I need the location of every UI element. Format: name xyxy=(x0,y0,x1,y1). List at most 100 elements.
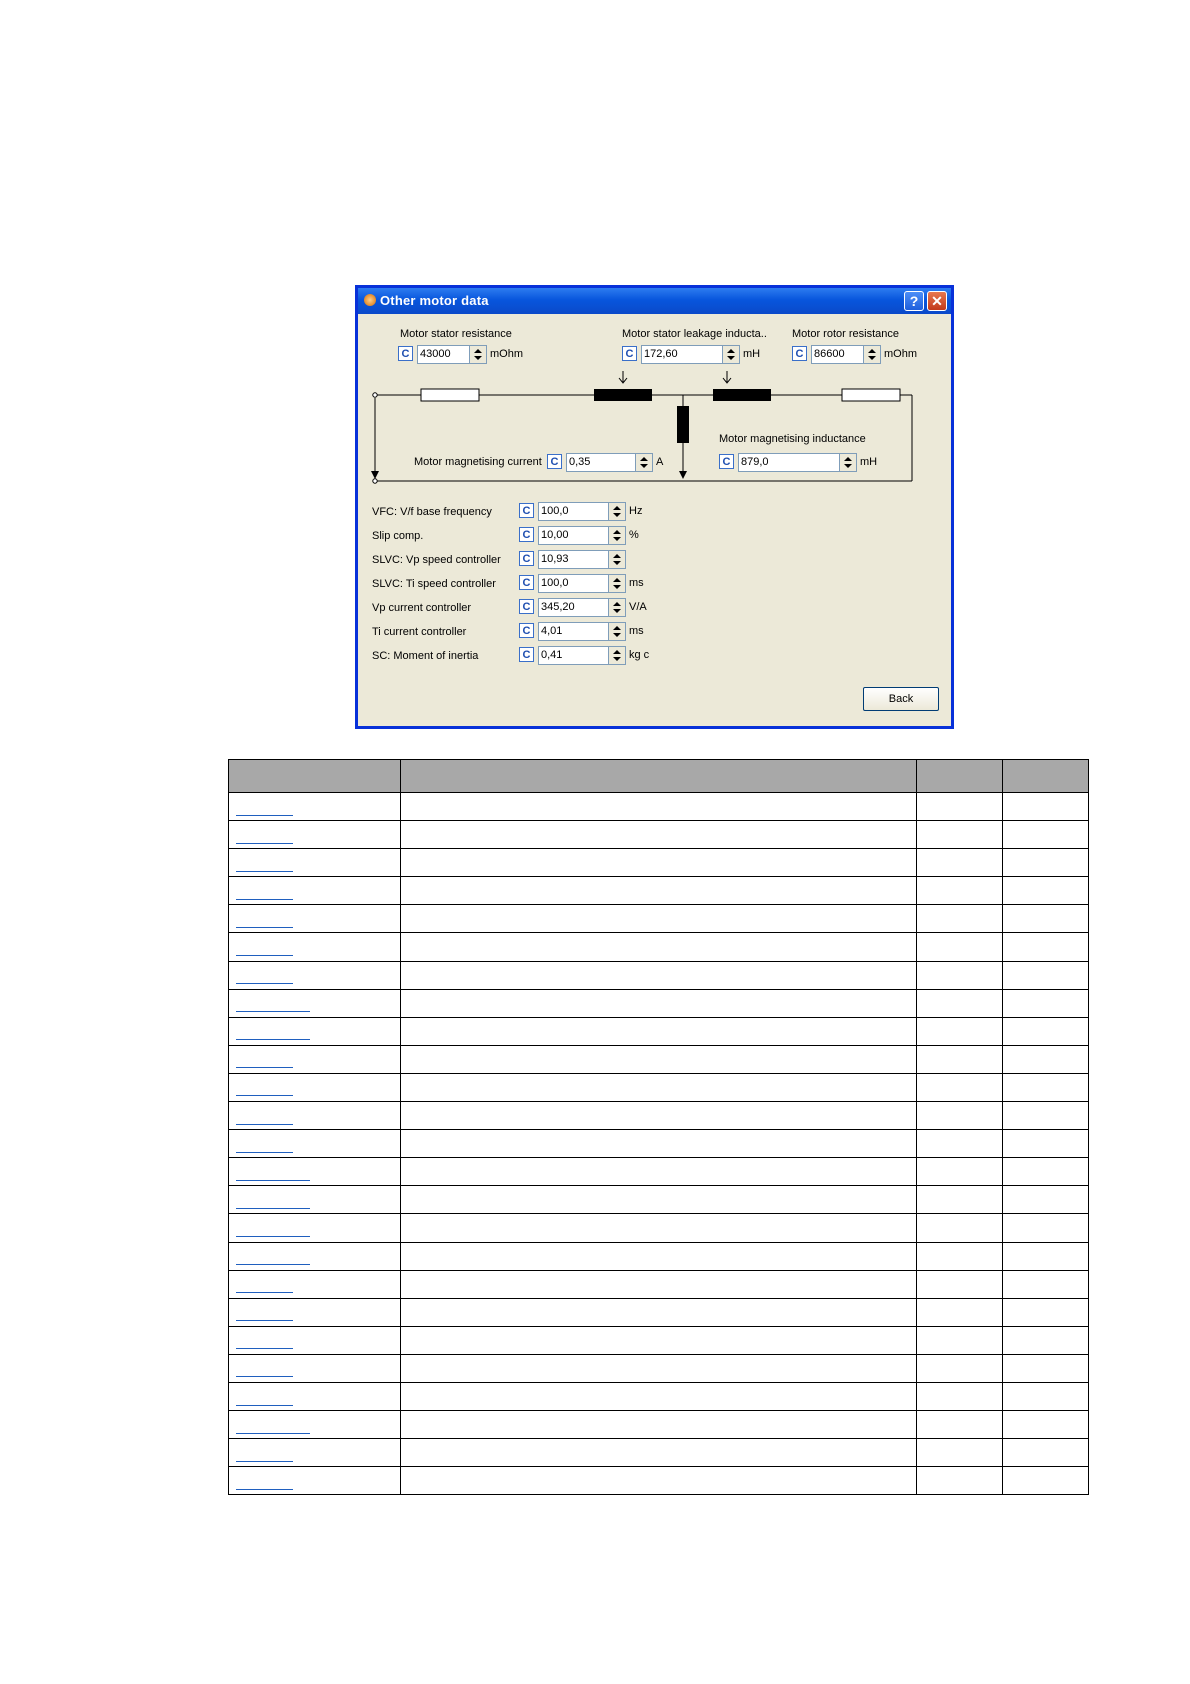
rotor-leakage-inductor xyxy=(713,389,771,401)
param-spinner[interactable] xyxy=(608,550,626,569)
table-cell xyxy=(1002,1185,1089,1215)
table-cell xyxy=(1002,848,1089,878)
rotor-resistance-spinner[interactable] xyxy=(863,345,881,364)
param-c-button[interactable]: C xyxy=(519,503,534,518)
param-c-button[interactable]: C xyxy=(519,575,534,590)
spin-up-icon[interactable] xyxy=(613,506,621,510)
code-link[interactable] xyxy=(236,1312,293,1322)
code-link[interactable] xyxy=(236,807,293,816)
stator-leakage-inductor xyxy=(594,389,652,401)
spin-up-icon[interactable] xyxy=(613,650,621,654)
spin-down-icon[interactable] xyxy=(613,537,621,541)
magnetising-inductance-spinner[interactable] xyxy=(839,453,857,472)
param-spinner[interactable] xyxy=(608,598,626,617)
code-link[interactable] xyxy=(236,1172,310,1181)
param-input[interactable]: 0,41 xyxy=(538,646,608,665)
param-input[interactable]: 100,0 xyxy=(538,502,608,521)
spin-down-icon[interactable] xyxy=(613,657,621,661)
code-link[interactable] xyxy=(236,1425,310,1434)
code-link[interactable] xyxy=(236,975,293,985)
param-c-button[interactable]: C xyxy=(519,599,534,614)
code-link[interactable] xyxy=(236,1368,293,1378)
param-c-button[interactable]: C xyxy=(519,527,534,542)
table-cell xyxy=(1002,1438,1089,1468)
code-link[interactable] xyxy=(236,1031,310,1041)
stator-resistance-input[interactable]: 43000 xyxy=(417,345,469,364)
param-spinner[interactable] xyxy=(608,646,626,665)
code-link[interactable] xyxy=(236,835,293,844)
spin-up-icon[interactable] xyxy=(613,578,621,582)
magnetising-current-spinner[interactable] xyxy=(635,453,653,472)
spin-down-icon[interactable] xyxy=(613,585,621,589)
magnetising-inductance-c-button[interactable]: C xyxy=(719,454,734,469)
code-link[interactable] xyxy=(236,1284,293,1294)
stator-leakage-input[interactable]: 172,60 xyxy=(641,345,722,364)
spin-up-icon[interactable] xyxy=(844,457,852,461)
code-link[interactable] xyxy=(236,919,293,928)
spin-down-icon[interactable] xyxy=(844,464,852,468)
param-c-button[interactable]: C xyxy=(519,623,534,638)
magnetising-inductance-input[interactable]: 879,0 xyxy=(738,453,839,472)
spin-up-icon[interactable] xyxy=(727,349,735,353)
rotor-resistance-c-button[interactable]: C xyxy=(792,346,807,361)
code-link[interactable] xyxy=(236,891,293,900)
code-link[interactable] xyxy=(236,1003,310,1013)
code-link[interactable] xyxy=(236,1059,293,1069)
code-link[interactable] xyxy=(236,1144,293,1153)
spin-down-icon[interactable] xyxy=(613,633,621,637)
rotor-resistance-input[interactable]: 86600 xyxy=(811,345,863,364)
spin-up-icon[interactable] xyxy=(474,349,482,353)
param-input[interactable]: 10,93 xyxy=(538,550,608,569)
magnetising-current-c-button[interactable]: C xyxy=(547,454,562,469)
code-link[interactable] xyxy=(236,1116,293,1125)
spin-down-icon[interactable] xyxy=(613,609,621,613)
spin-down-icon[interactable] xyxy=(727,356,735,360)
table-cell xyxy=(915,1353,1004,1383)
param-input[interactable]: 100,0 xyxy=(538,574,608,593)
param-spinner[interactable] xyxy=(608,502,626,521)
spin-up-icon[interactable] xyxy=(640,457,648,461)
magnetising-current-input[interactable]: 0,35 xyxy=(566,453,635,472)
table-cell xyxy=(915,1269,1004,1299)
code-cell xyxy=(227,1353,402,1383)
code-link[interactable] xyxy=(236,1453,293,1462)
code-link[interactable] xyxy=(236,1087,293,1097)
param-c-button[interactable]: C xyxy=(519,551,534,566)
table-cell xyxy=(915,1241,1004,1271)
param-input[interactable]: 10,00 xyxy=(538,526,608,545)
code-link[interactable] xyxy=(236,1340,293,1350)
spin-up-icon[interactable] xyxy=(613,626,621,630)
stator-leakage-c-button[interactable]: C xyxy=(622,346,637,361)
param-c-button[interactable]: C xyxy=(519,647,534,662)
code-link[interactable] xyxy=(236,947,293,957)
param-label: Slip comp. xyxy=(372,530,424,542)
param-input[interactable]: 345,20 xyxy=(538,598,608,617)
code-link[interactable] xyxy=(236,1256,310,1266)
spin-up-icon[interactable] xyxy=(613,602,621,606)
param-spinner[interactable] xyxy=(608,574,626,593)
param-spinner[interactable] xyxy=(608,526,626,545)
spin-down-icon[interactable] xyxy=(474,356,482,360)
code-link[interactable] xyxy=(236,863,293,872)
stator-leakage-spinner[interactable] xyxy=(722,345,740,364)
stator-resistance-spinner[interactable] xyxy=(469,345,487,364)
spin-down-icon[interactable] xyxy=(613,561,621,565)
code-link[interactable] xyxy=(236,1200,310,1209)
spin-down-icon[interactable] xyxy=(613,513,621,517)
spin-down-icon[interactable] xyxy=(640,464,648,468)
param-input[interactable]: 4,01 xyxy=(538,622,608,641)
back-button[interactable]: Back xyxy=(863,687,939,711)
spin-down-icon[interactable] xyxy=(868,356,876,360)
table-cell xyxy=(1002,1044,1089,1074)
table-cell xyxy=(1002,960,1089,990)
code-link[interactable] xyxy=(236,1228,310,1237)
spin-up-icon[interactable] xyxy=(613,530,621,534)
code-link[interactable] xyxy=(236,1481,293,1490)
spin-up-icon[interactable] xyxy=(613,554,621,558)
table-row xyxy=(227,1297,1089,1327)
stator-resistance-c-button[interactable]: C xyxy=(398,346,413,361)
spin-up-icon[interactable] xyxy=(868,349,876,353)
table-cell xyxy=(915,848,1004,878)
param-spinner[interactable] xyxy=(608,622,626,641)
code-link[interactable] xyxy=(236,1397,293,1406)
